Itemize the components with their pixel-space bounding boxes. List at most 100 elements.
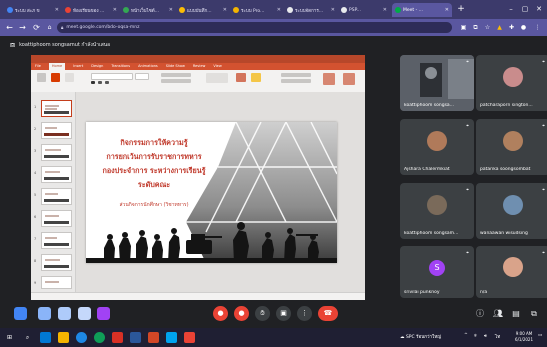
layout-icon[interactable] xyxy=(65,73,74,82)
forward-icon[interactable]: → xyxy=(17,22,28,33)
ribbon-tab[interactable]: Animations xyxy=(138,63,158,70)
slide-title[interactable]: กิจกรรมการให้ความรู้ การยกเว้นการรับราชก… xyxy=(94,136,214,192)
annotation-color-icon[interactable] xyxy=(97,307,110,320)
ribbon-tab[interactable]: View xyxy=(213,63,221,70)
slide-thumbnail[interactable] xyxy=(41,122,72,139)
microphone-off-button[interactable]: ● xyxy=(213,306,228,321)
ribbon-tab[interactable]: Review xyxy=(193,63,206,70)
close-icon[interactable]: ✕ xyxy=(331,7,335,13)
word-icon[interactable] xyxy=(130,332,141,343)
paragraph-align-icon[interactable] xyxy=(161,73,191,77)
pin-icon[interactable]: ⌖ xyxy=(466,187,469,193)
close-icon[interactable]: ✕ xyxy=(277,7,281,13)
annotation-highlighter-icon[interactable] xyxy=(58,307,71,320)
store-icon[interactable] xyxy=(112,332,123,343)
network-icon[interactable]: ⌾ xyxy=(474,333,477,339)
participant-tile[interactable]: ⌖ n/a xyxy=(476,246,547,298)
font-name-field[interactable] xyxy=(91,73,133,80)
browser-menu-icon[interactable]: ⋮ xyxy=(532,22,543,33)
slide-editing-canvas[interactable]: กิจกรรมการให้ความรู้ การยกเว้นการรับราชก… xyxy=(76,92,365,292)
taskbar-clock[interactable]: 9:00 AM 6/1/2021 xyxy=(515,331,533,343)
slide-thumbnail[interactable] xyxy=(41,232,72,249)
slide-thumbnail[interactable] xyxy=(41,166,72,183)
ribbon-tab-selected[interactable]: Home xyxy=(48,63,66,70)
annotation-eraser-icon[interactable] xyxy=(78,307,91,320)
slide-subtitle[interactable]: ส่วนกิจการนักศึกษา (วิชาทหาร) xyxy=(94,201,214,209)
dictate-icon[interactable] xyxy=(323,73,335,85)
browser-tab[interactable]: PSP... ✕ xyxy=(338,3,390,17)
extension-icon[interactable]: ▲ xyxy=(494,22,505,33)
slide-thumbnail[interactable] xyxy=(41,254,72,271)
participant-tile[interactable]: ⌖ patarika soongsombat xyxy=(476,119,547,175)
chat-icon[interactable]: ▤ xyxy=(510,308,522,320)
slide-thumbnail[interactable] xyxy=(41,188,72,205)
back-icon[interactable]: ← xyxy=(4,22,15,33)
home-icon[interactable]: ⌂ xyxy=(44,22,55,33)
task-view-icon[interactable] xyxy=(40,332,51,343)
raise-hand-button[interactable]: ✋︎ xyxy=(255,306,270,321)
file-explorer-icon[interactable] xyxy=(58,332,69,343)
camera-off-button[interactable]: ● xyxy=(234,306,249,321)
minimize-icon[interactable]: – xyxy=(504,3,518,15)
window-close-icon[interactable]: ✕ xyxy=(532,3,546,15)
close-icon[interactable]: ✕ xyxy=(55,7,59,13)
find-icon[interactable] xyxy=(281,73,311,77)
profile-avatar-icon[interactable]: ● xyxy=(518,22,529,33)
italic-icon[interactable] xyxy=(98,81,102,84)
bookmark-star-icon[interactable]: ☆ xyxy=(482,22,493,33)
slide-thumbnail[interactable] xyxy=(41,210,72,227)
pin-icon[interactable]: ⌖ xyxy=(542,123,545,129)
arrange-icon[interactable] xyxy=(236,73,246,82)
close-icon[interactable]: ✕ xyxy=(169,7,173,13)
ribbon-tab[interactable]: Design xyxy=(91,63,103,70)
ribbon-tab[interactable]: File xyxy=(35,63,41,70)
windows-start-icon[interactable]: ⊞ xyxy=(4,332,15,343)
browser-tab[interactable]: หน้าเว็บไซต์... ✕ xyxy=(120,3,176,17)
slide-thumbnail[interactable] xyxy=(41,144,72,161)
participant-tile[interactable]: ⌖ koattiphoom songsam... xyxy=(400,183,474,239)
ribbon-tab[interactable]: Slide Show xyxy=(166,63,185,70)
camera-permission-icon[interactable]: ▣ xyxy=(458,22,469,33)
quick-styles-icon[interactable] xyxy=(251,73,261,82)
language-indicator[interactable]: ไท xyxy=(495,333,500,340)
bullets-icon[interactable] xyxy=(161,79,191,83)
participant-tile[interactable]: ⌖ wanaawan wisudsing xyxy=(476,183,547,239)
participant-tile[interactable]: ⌖ patcharaporn sington... xyxy=(476,55,547,111)
participant-tile[interactable]: S ⌖ srivilai punknoy xyxy=(400,246,474,298)
powerpoint-icon[interactable] xyxy=(148,332,159,343)
tray-chevron-icon[interactable]: ^ xyxy=(464,333,468,338)
browser-tab[interactable]: แบบบันทึก... ✕ xyxy=(176,3,230,17)
ribbon-tab[interactable]: Transitions xyxy=(111,63,130,70)
annotation-cursor-icon[interactable] xyxy=(14,307,27,320)
cast-icon[interactable]: ⧉ xyxy=(470,22,481,33)
notifications-icon[interactable]: ▭ xyxy=(538,333,542,338)
close-icon[interactable]: ✕ xyxy=(113,7,117,13)
slide-thumbnail[interactable] xyxy=(41,276,72,289)
ribbon-tab[interactable]: Insert xyxy=(73,63,83,70)
paste-icon[interactable] xyxy=(37,73,46,82)
participant-tile[interactable]: ⌖ Ajshara Chalermkiat xyxy=(400,119,474,175)
pin-icon[interactable]: ⌖ xyxy=(466,123,469,129)
slide-thumbnail-selected[interactable] xyxy=(41,100,72,117)
new-slide-icon[interactable] xyxy=(51,73,60,82)
underline-icon[interactable] xyxy=(105,81,109,84)
replace-icon[interactable] xyxy=(281,79,311,83)
participant-tile[interactable]: ⌖ koattiphoom songsa... xyxy=(400,55,474,111)
pin-icon[interactable]: ⌖ xyxy=(466,59,469,65)
font-size-field[interactable] xyxy=(135,73,149,80)
browser-tab[interactable]: ระบบจัดการ... ✕ xyxy=(284,3,338,17)
pin-icon[interactable]: ⌖ xyxy=(542,250,545,256)
close-icon[interactable]: ✕ xyxy=(223,7,227,13)
chrome-icon[interactable] xyxy=(94,332,105,343)
meeting-details-icon[interactable]: ⓘ xyxy=(474,308,486,320)
shapes-gallery[interactable] xyxy=(206,73,228,83)
annotation-pen-icon[interactable] xyxy=(38,307,51,320)
pin-icon[interactable]: ⌖ xyxy=(466,250,469,256)
edge-icon[interactable] xyxy=(76,332,87,343)
address-bar[interactable]: 🔒︎ meet.google.com/bdo-oqsa-mnz xyxy=(57,22,452,33)
browser-tab[interactable]: ระบบ สะภ ข ✕ xyxy=(4,3,62,17)
people-icon[interactable]: 👥︎ xyxy=(492,308,504,320)
current-slide[interactable]: กิจกรรมการให้ความรู้ การยกเว้นการรับราชก… xyxy=(86,122,337,263)
volume-icon[interactable]: 🔊︎ xyxy=(484,333,487,339)
close-icon[interactable]: ✕ xyxy=(383,7,387,13)
